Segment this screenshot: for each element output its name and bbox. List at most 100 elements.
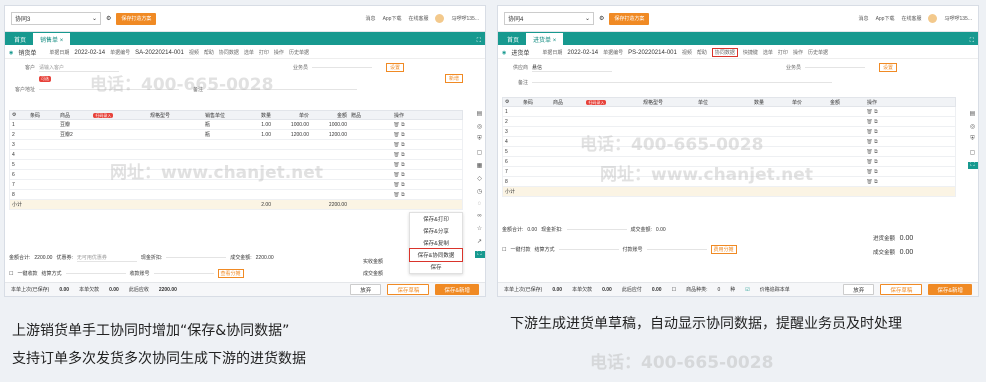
app-download-link[interactable]: App下载 [876,15,895,22]
active-icon[interactable]: ⛶ [967,162,978,169]
save-share-item[interactable]: 保存&分享 [410,225,462,237]
salesman-input[interactable] [805,67,866,68]
collab-data-link[interactable]: 协同数据 [219,49,239,56]
scan-tag[interactable]: 扫码录入 [586,99,607,105]
avatar[interactable] [928,14,938,23]
table-row[interactable]: 2 🗑 ⧉ [502,117,956,127]
account-select[interactable]: 协同4 ⌄ [504,12,594,25]
settle-method[interactable]: 结算方式 [535,246,555,253]
expand-icon[interactable]: ⛶ [966,38,978,45]
user-name[interactable]: 马啰啰135... [451,15,479,22]
table-row[interactable]: 1 豆瓣 瓶 1.00 1000.00 1000.00 🗑 ⧉ [9,120,463,130]
user-name[interactable]: 马啰啰135... [944,15,972,22]
checked-icon[interactable]: ☑ [745,287,749,293]
gear-icon[interactable]: ⚙ [599,15,604,22]
settle-method[interactable]: 结算方式 [42,270,62,277]
settings-col-icon[interactable]: ⚙ [10,112,28,118]
shield-icon[interactable]: ⛨ [970,136,975,143]
history-link[interactable]: 历史单据 [808,49,828,56]
row-actions[interactable]: 🗑 ⧉ [842,149,902,155]
settle-select[interactable] [65,273,126,274]
settle-select[interactable] [558,249,619,250]
tab-home[interactable]: 首页 [500,33,526,45]
support-link[interactable]: 在线客服 [408,15,428,22]
row-actions[interactable]: 🗑 ⧉ [842,139,902,145]
radio-icon[interactable]: ◉ [502,50,506,56]
settings-button[interactable]: 设置 [879,63,898,72]
shortcut-link[interactable]: 快捷键 [743,49,758,56]
checkbox-icon[interactable]: ☐ [672,287,676,293]
row-actions[interactable]: 🗑 ⧉ [379,122,419,128]
clock-icon[interactable]: ◷ [477,188,482,195]
tab-home[interactable]: 首页 [7,33,33,45]
save-new-button[interactable]: 保存&新增 [435,284,479,295]
row-actions[interactable]: 🗑 ⧉ [842,179,902,185]
print-link[interactable]: 打印 [259,49,269,56]
target-icon[interactable]: ◎ [477,123,482,130]
print-link[interactable]: 打印 [778,49,788,56]
row-actions[interactable]: 🗑 ⧉ [379,152,419,158]
target-icon[interactable]: ◎ [970,123,975,130]
close-icon[interactable]: × [60,38,64,44]
form-icon[interactable]: ▤ [477,110,483,117]
row-actions[interactable]: 🗑 ⧉ [379,162,419,168]
table-row[interactable]: 3 🗑 ⧉ [9,140,463,150]
row-actions[interactable]: 🗑 ⧉ [379,172,419,178]
row-actions[interactable]: 🗑 ⧉ [379,192,419,198]
calendar-icon[interactable]: ▦ [477,162,483,169]
settings-col-icon[interactable]: ⚙ [503,99,521,105]
pay-account-select[interactable] [646,249,707,250]
message-link[interactable]: 消息 [859,15,869,22]
settings-button[interactable]: 设置 [386,63,405,72]
operate-link[interactable]: 操作 [793,49,803,56]
cost-share-button[interactable]: 费用分摊 [710,245,737,254]
row-actions[interactable]: 🗑 ⧉ [379,142,419,148]
active-icon[interactable]: ⛶ [474,251,485,258]
tag-icon[interactable]: ◇ [477,175,482,182]
history-link[interactable]: 历史单据 [289,49,309,56]
row-actions[interactable]: 🗑 ⧉ [842,129,902,135]
coupon-select[interactable]: 无可用优惠券 [76,254,137,262]
doc-icon[interactable]: ▢ [477,149,483,156]
avatar[interactable] [435,14,445,23]
supplier-input[interactable]: 悬信 [532,64,612,72]
support-link[interactable]: 在线客服 [901,15,921,22]
row-actions[interactable]: 🗑 ⧉ [379,182,419,188]
message-link[interactable]: 消息 [366,15,376,22]
number-value[interactable]: SA-20220214-001 [135,50,184,56]
account-select[interactable] [153,273,214,274]
star-icon[interactable]: ☆ [477,225,482,232]
salesman-input[interactable] [312,67,373,68]
table-row[interactable]: 2 豆瓣2 瓶 1.00 1200.00 1200.00 🗑 ⧉ [9,130,463,140]
one-click-receive[interactable]: 一键收款 [17,270,37,277]
tab-sales-order[interactable]: 销售单 × [33,33,71,45]
table-row[interactable]: 8 🗑 ⧉ [9,190,463,200]
app-download-link[interactable]: App下载 [383,15,402,22]
save-draft-button[interactable]: 保存草稿 [387,284,430,295]
view-share-button[interactable]: 查看分摊 [217,269,244,278]
save-draft-button[interactable]: 保存草稿 [880,284,923,295]
select-link[interactable]: 选单 [244,49,254,56]
discard-button[interactable]: 放弃 [843,284,875,295]
checkbox-icon[interactable]: ☐ [9,271,13,277]
date-value[interactable]: 2022-02-14 [74,50,105,56]
date-value[interactable]: 2022-02-14 [567,50,598,56]
operate-link[interactable]: 操作 [274,49,284,56]
row-actions[interactable]: 🗑 ⧉ [842,109,902,115]
doc-icon[interactable]: ▢ [970,149,976,156]
arrow-icon[interactable]: ↗ [477,238,482,245]
cash-discount-input[interactable] [166,257,227,258]
account-select[interactable]: 协同3 ⌄ [11,12,101,25]
plan-button[interactable]: 保存打造方案 [116,12,157,25]
checkbox-icon[interactable]: ☐ [502,247,506,253]
chat-icon[interactable]: ◌ [478,201,482,207]
one-click-pay[interactable]: 一键付款 [510,246,530,253]
table-row[interactable]: 1 🗑 ⧉ [502,107,956,117]
help-link[interactable]: 帮助 [204,49,214,56]
save-collab-item[interactable]: 保存&协同数据 [409,248,463,262]
save-item[interactable]: 保存 [410,261,462,273]
shield-icon[interactable]: ⛨ [477,136,482,143]
cash-discount-input[interactable] [566,229,627,230]
save-new-button[interactable]: 保存&新增 [928,284,972,295]
link-icon[interactable]: ∞ [477,213,481,219]
